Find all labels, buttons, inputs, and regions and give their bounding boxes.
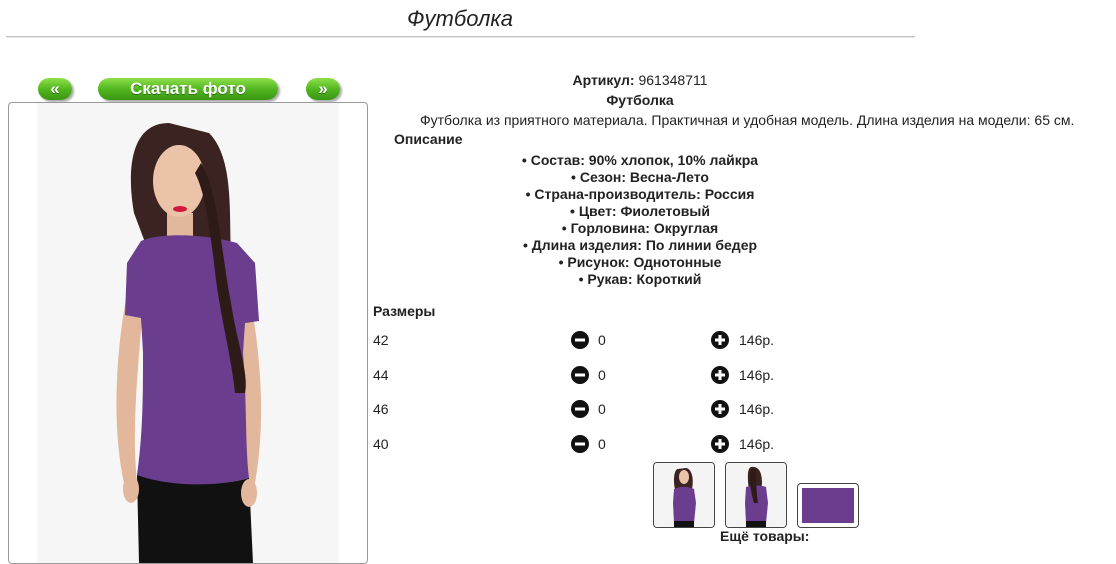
attribute-item: Страна-производитель: Россия [370,186,910,203]
attribute-item: Сезон: Весна-Лето [370,169,910,186]
thumbnail-front-image [654,463,714,527]
plus-icon[interactable] [711,366,729,384]
thumbnail-back-image [726,463,786,527]
title-divider [6,36,915,38]
minus-icon[interactable] [571,331,589,349]
minus-icon[interactable] [571,400,589,418]
article-line: Артикул: 961348711 [370,72,910,88]
attribute-item: Цвет: Фиолетовый [370,203,910,220]
next-photo-button[interactable]: » [306,78,340,100]
plus-icon[interactable] [711,331,729,349]
article-value: 961348711 [638,72,708,88]
model-photo-illustration [37,103,339,563]
quantity-value: 0 [598,332,606,348]
attribute-item: Состав: 90% хлопок, 10% лайкра [370,152,910,169]
page-title: Футболка [407,6,513,31]
sizes-heading: Размеры [373,303,436,319]
article-label: Артикул: [572,72,635,88]
download-photo-button[interactable]: Скачать фото [98,78,278,100]
size-row: 46 0 146р. [373,399,793,419]
main-product-photo[interactable] [8,102,368,564]
size-row: 44 0 146р. [373,365,793,385]
price-value: 146р. [739,367,775,383]
plus-icon[interactable] [711,435,729,453]
attribute-list: Состав: 90% хлопок, 10% лайкра Сезон: Ве… [370,152,910,288]
thumbnail-front[interactable] [653,462,715,528]
size-row: 40 0 146р. [373,434,793,454]
plus-icon[interactable] [711,400,729,418]
attribute-item: Длина изделия: По линии бедер [370,237,910,254]
thumbnail-back[interactable] [725,462,787,528]
minus-icon[interactable] [571,435,589,453]
quantity-value: 0 [598,401,606,417]
product-description: Футболка из приятного материала. Практич… [420,112,1075,128]
product-name: Футболка [606,92,674,108]
price-value: 146р. [739,436,775,452]
quantity-value: 0 [598,436,606,452]
size-row: 42 0 146р. [373,330,793,350]
description-heading: Описание [394,131,463,147]
size-label: 42 [373,332,389,348]
fabric-swatch-image [802,488,854,523]
price-value: 146р. [739,332,775,348]
size-label: 40 [373,436,389,452]
minus-icon[interactable] [571,366,589,384]
attribute-item: Рисунок: Однотонные [370,254,910,271]
thumbnail-fabric[interactable] [797,483,859,528]
price-value: 146р. [739,401,775,417]
quantity-value: 0 [598,367,606,383]
size-label: 44 [373,367,389,383]
attribute-item: Горловина: Округлая [370,220,910,237]
prev-photo-button[interactable]: « [38,78,72,100]
attribute-item: Рукав: Короткий [370,271,910,288]
size-label: 46 [373,401,389,417]
